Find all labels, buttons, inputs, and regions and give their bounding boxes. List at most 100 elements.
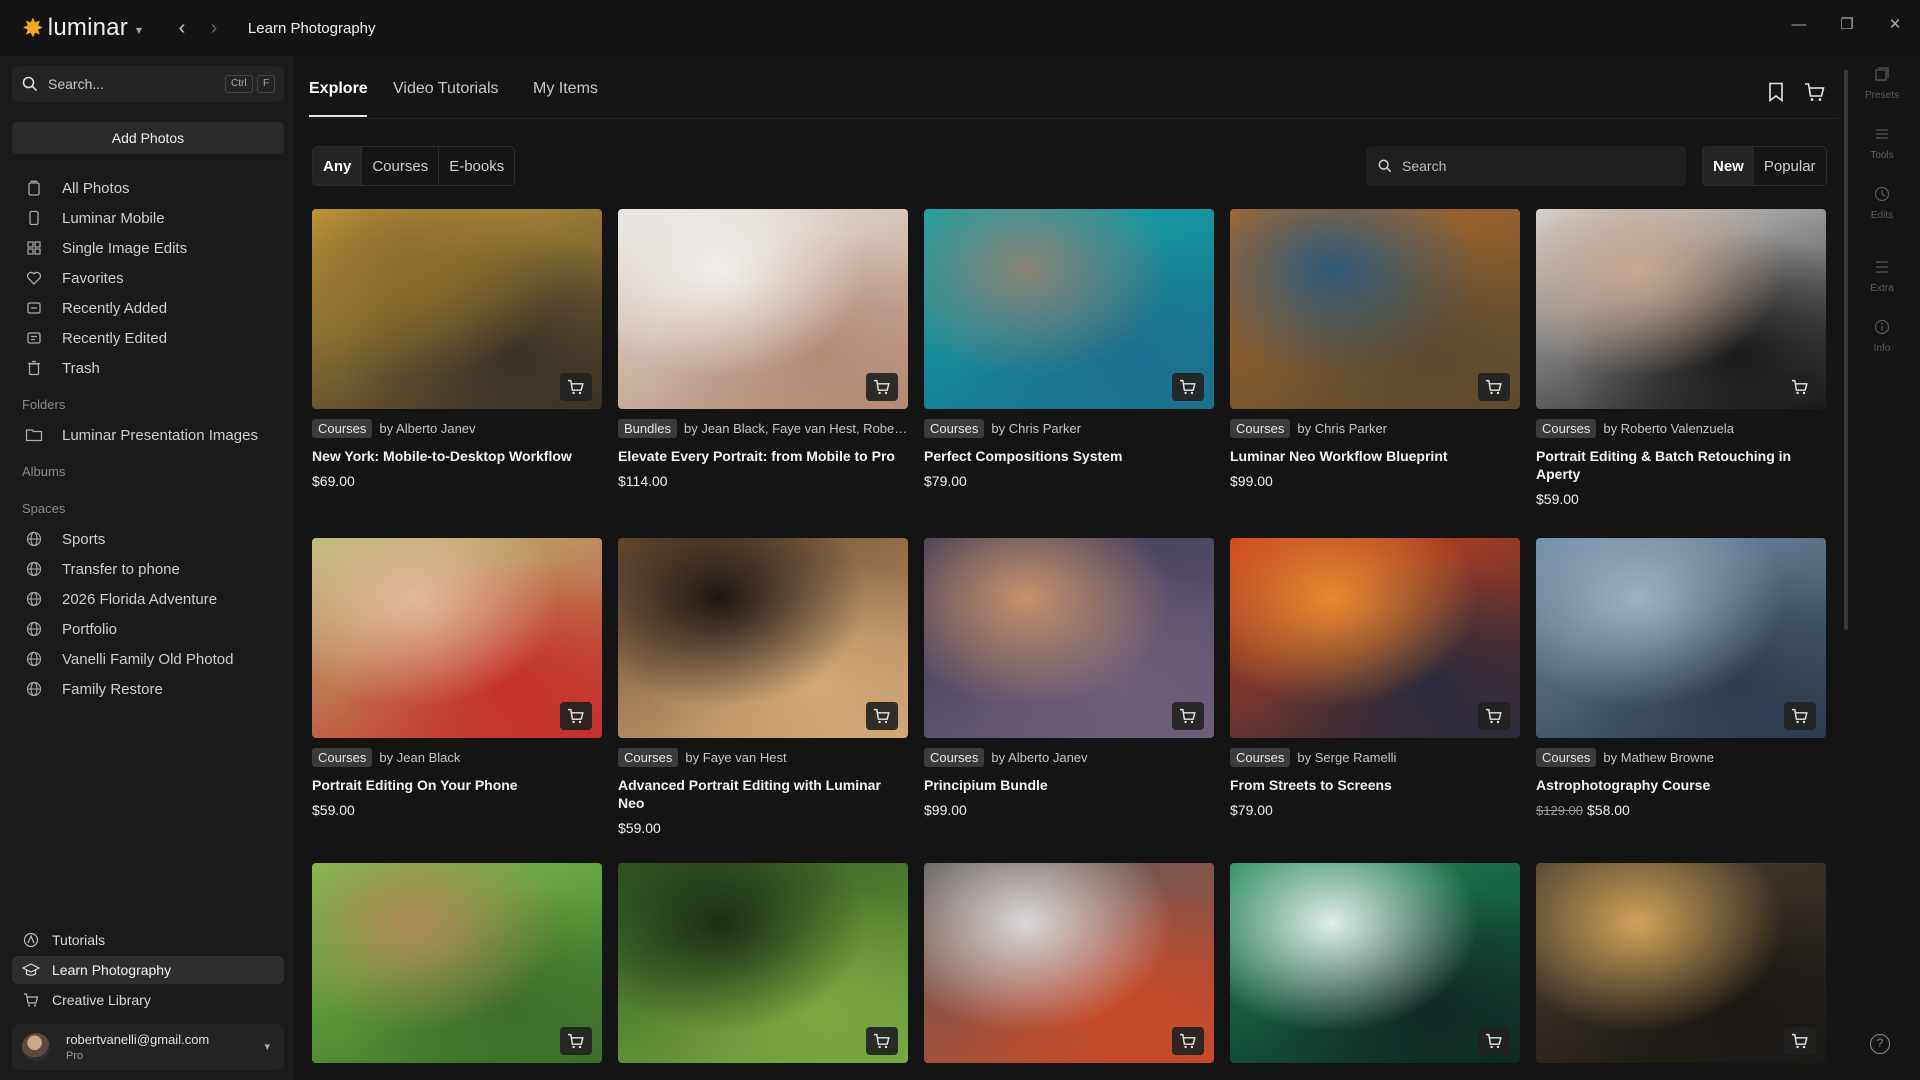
product-thumbnail[interactable]	[1230, 209, 1520, 409]
add-to-cart-button[interactable]	[866, 702, 898, 730]
product-thumbnail[interactable]	[1536, 209, 1826, 409]
sidebar-item-luminar-mobile[interactable]: Luminar Mobile	[24, 205, 165, 231]
sidebar-item-trash[interactable]: Trash	[24, 355, 100, 381]
add-to-cart-button[interactable]	[1478, 1027, 1510, 1055]
sidebar-item-sports[interactable]: Sports	[24, 526, 105, 552]
product-card[interactable]	[618, 863, 908, 1063]
product-thumbnail[interactable]	[1230, 538, 1520, 738]
minimize-icon[interactable]: —	[1788, 14, 1810, 36]
panel-extra[interactable]: Extra	[1862, 257, 1902, 294]
add-to-cart-button[interactable]	[1784, 373, 1816, 401]
scrollbar[interactable]	[1844, 70, 1848, 630]
sidebar-item-favorites[interactable]: Favorites	[24, 265, 124, 291]
help-icon[interactable]: ?	[1870, 1034, 1890, 1054]
add-to-cart-button[interactable]	[1172, 373, 1204, 401]
shopping-cart-icon[interactable]	[1803, 80, 1827, 104]
add-to-cart-button[interactable]	[866, 1027, 898, 1055]
sidebar-item-vanelli-family[interactable]: Vanelli Family Old Photod	[24, 646, 233, 672]
sidebar-item-portfolio[interactable]: Portfolio	[24, 616, 117, 642]
product-thumbnail[interactable]	[312, 863, 602, 1063]
product-title[interactable]: Perfect Compositions System	[924, 447, 1214, 465]
product-thumbnail[interactable]	[312, 538, 602, 738]
product-title[interactable]: Portrait Editing On Your Phone	[312, 776, 602, 794]
product-thumbnail[interactable]	[924, 209, 1214, 409]
product-title[interactable]: Principium Bundle	[924, 776, 1214, 794]
product-card[interactable]: Courses by Serge Ramelli From Streets to S…	[1230, 538, 1520, 818]
sidebar-item-single-image-edits[interactable]: Single Image Edits	[24, 235, 187, 261]
sidebar-item-all-photos[interactable]: All Photos	[24, 175, 130, 201]
account-switcher[interactable]: robertvanelli@gmail.com Pro ▾	[12, 1024, 284, 1070]
product-card[interactable]	[1536, 863, 1826, 1063]
product-card[interactable]: Courses by Chris Parker Luminar Neo Workfl…	[1230, 209, 1520, 489]
catalog-search[interactable]	[1366, 146, 1686, 186]
sidebar-item-transfer-to-phone[interactable]: Transfer to phone	[24, 556, 180, 582]
add-to-cart-button[interactable]	[1478, 373, 1510, 401]
product-title[interactable]: Advanced Portrait Editing with Luminar N…	[618, 776, 908, 812]
product-card[interactable]	[312, 863, 602, 1063]
product-thumbnail[interactable]	[618, 863, 908, 1063]
add-to-cart-button[interactable]	[1172, 702, 1204, 730]
filter-ebooks[interactable]: E-books	[439, 147, 514, 185]
sidebar-item-tutorials[interactable]: Tutorials	[12, 926, 284, 954]
product-card[interactable]: Courses by Roberto Valenzuela Portrait Edi…	[1536, 209, 1826, 507]
restore-icon[interactable]: ❐	[1836, 14, 1858, 36]
add-to-cart-button[interactable]	[1172, 1027, 1204, 1055]
product-title[interactable]: Portrait Editing & Batch Retouching in A…	[1536, 447, 1826, 483]
product-card[interactable]: Courses by Alberto Janev New York: Mobile-…	[312, 209, 602, 489]
back-arrow-icon[interactable]: ‹	[172, 17, 192, 40]
sort-popular[interactable]: Popular	[1754, 147, 1826, 185]
product-title[interactable]: Elevate Every Portrait: from Mobile to P…	[618, 447, 908, 465]
forward-arrow-icon[interactable]: ›	[204, 17, 224, 40]
product-card[interactable]: Courses by Faye van Hest Advanced Portrait…	[618, 538, 908, 836]
sidebar-item-luminar-presentation-images[interactable]: Luminar Presentation Images	[24, 422, 258, 448]
app-menu-button[interactable]: ✸ luminar ▾	[22, 14, 142, 42]
sidebar-search-input[interactable]	[48, 76, 208, 92]
tab-my-items[interactable]: My Items	[533, 80, 598, 98]
product-card[interactable]: Courses by Mathew Browne Astrophotography …	[1536, 538, 1826, 818]
close-icon[interactable]: ✕	[1884, 14, 1906, 36]
product-card[interactable]: Courses by Jean Black Portrait Editing On …	[312, 538, 602, 818]
product-thumbnail[interactable]	[1536, 538, 1826, 738]
sidebar-item-creative-library[interactable]: Creative Library	[12, 986, 284, 1014]
product-card[interactable]: Bundles by Jean Black, Faye van Hest, Rob…	[618, 209, 908, 489]
product-card[interactable]: Courses by Chris Parker Perfect Compositio…	[924, 209, 1214, 489]
sort-new[interactable]: New	[1703, 147, 1754, 185]
bookmark-icon[interactable]	[1764, 80, 1788, 104]
add-to-cart-button[interactable]	[560, 702, 592, 730]
filter-courses[interactable]: Courses	[362, 147, 440, 185]
product-thumbnail[interactable]	[312, 209, 602, 409]
tab-explore[interactable]: Explore	[309, 80, 368, 98]
filter-any[interactable]: Any	[313, 147, 363, 185]
sidebar-item-learn-photography[interactable]: Learn Photography	[12, 956, 284, 984]
product-thumbnail[interactable]	[618, 538, 908, 738]
product-title[interactable]: Luminar Neo Workflow Blueprint	[1230, 447, 1520, 465]
product-thumbnail[interactable]	[1536, 863, 1826, 1063]
add-to-cart-button[interactable]	[560, 373, 592, 401]
catalog-search-input[interactable]	[1402, 158, 1583, 174]
sidebar-item-recently-added[interactable]: Recently Added	[24, 295, 167, 321]
product-card[interactable]	[1230, 863, 1520, 1063]
add-to-cart-button[interactable]	[1784, 1027, 1816, 1055]
product-thumbnail[interactable]	[1230, 863, 1520, 1063]
product-thumbnail[interactable]	[618, 209, 908, 409]
add-to-cart-button[interactable]	[1784, 702, 1816, 730]
add-to-cart-button[interactable]	[560, 1027, 592, 1055]
tab-video-tutorials[interactable]: Video Tutorials	[393, 80, 499, 98]
product-card[interactable]	[924, 863, 1214, 1063]
panel-tools[interactable]: Tools	[1862, 124, 1902, 161]
product-thumbnail[interactable]	[924, 538, 1214, 738]
sidebar-search[interactable]: Ctrl F	[12, 66, 284, 102]
product-title[interactable]: Astrophotography Course	[1536, 776, 1826, 794]
sidebar-item-family-restore[interactable]: Family Restore	[24, 676, 163, 702]
panel-edits[interactable]: Edits	[1862, 184, 1902, 221]
add-photos-button[interactable]: Add Photos	[12, 122, 284, 154]
add-to-cart-button[interactable]	[866, 373, 898, 401]
product-card[interactable]: Courses by Alberto Janev Principium Bundle…	[924, 538, 1214, 818]
product-thumbnail[interactable]	[924, 863, 1214, 1063]
panel-presets[interactable]: Presets	[1862, 64, 1902, 101]
panel-info[interactable]: Info	[1862, 317, 1902, 354]
sidebar-item-recently-edited[interactable]: Recently Edited	[24, 325, 167, 351]
add-to-cart-button[interactable]	[1478, 702, 1510, 730]
product-title[interactable]: From Streets to Screens	[1230, 776, 1520, 794]
product-title[interactable]: New York: Mobile-to-Desktop Workflow	[312, 447, 602, 465]
